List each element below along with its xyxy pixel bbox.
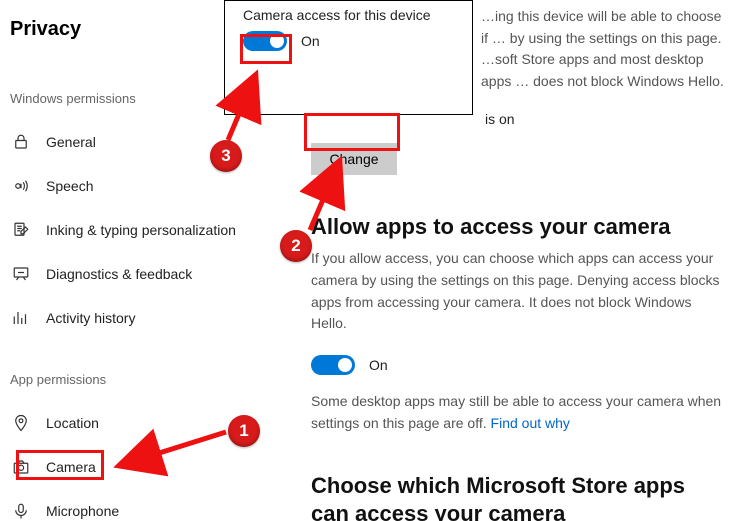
group-app-permissions: App permissions <box>10 372 285 387</box>
microphone-icon <box>10 502 32 520</box>
sidebar-item-label: Activity history <box>46 310 135 326</box>
sidebar-item-microphone[interactable]: Microphone <box>10 489 285 521</box>
sidebar-item-general[interactable]: General <box>10 120 285 164</box>
sidebar-item-label: Inking & typing personalization <box>46 222 236 238</box>
sidebar-item-inking[interactable]: Inking & typing personalization <box>10 208 285 252</box>
desktop-apps-note: Some desktop apps may still be able to a… <box>311 391 724 434</box>
sidebar-item-activity[interactable]: Activity history <box>10 296 285 340</box>
sidebar-item-label: Camera <box>46 459 96 475</box>
camera-access-toggle-label: On <box>301 33 320 49</box>
find-out-why-link[interactable]: Find out why <box>491 415 570 431</box>
allow-apps-toggle[interactable] <box>311 355 355 375</box>
annotation-step-1: 1 <box>228 415 260 447</box>
feedback-icon <box>10 265 32 283</box>
camera-icon <box>10 458 32 476</box>
allow-apps-toggle-label: On <box>369 357 388 373</box>
sidebar-item-label: General <box>46 134 96 150</box>
speech-icon <box>10 177 32 195</box>
camera-access-popup: Camera access for this device On <box>224 0 473 115</box>
sidebar-item-label: Speech <box>46 178 93 194</box>
activity-icon <box>10 309 32 327</box>
popup-title: Camera access for this device <box>243 7 458 23</box>
sidebar-item-diagnostics[interactable]: Diagnostics & feedback <box>10 252 285 296</box>
sidebar-item-speech[interactable]: Speech <box>10 164 285 208</box>
change-button[interactable]: Change <box>311 143 397 175</box>
allow-apps-heading: Allow apps to access your camera <box>311 213 724 241</box>
camera-access-toggle[interactable] <box>243 31 287 51</box>
choose-apps-heading: Choose which Microsoft Store apps can ac… <box>311 472 724 521</box>
lock-icon <box>10 133 32 151</box>
annotation-step-2: 2 <box>280 230 312 262</box>
sidebar-item-camera[interactable]: Camera <box>10 445 285 489</box>
sidebar-item-label: Location <box>46 415 99 431</box>
sidebar-item-label: Microphone <box>46 503 119 519</box>
inking-icon <box>10 221 32 239</box>
allow-apps-description: If you allow access, you can choose whic… <box>311 248 724 335</box>
sidebar-item-label: Diagnostics & feedback <box>46 266 192 282</box>
location-icon <box>10 414 32 432</box>
annotation-step-3: 3 <box>210 140 242 172</box>
